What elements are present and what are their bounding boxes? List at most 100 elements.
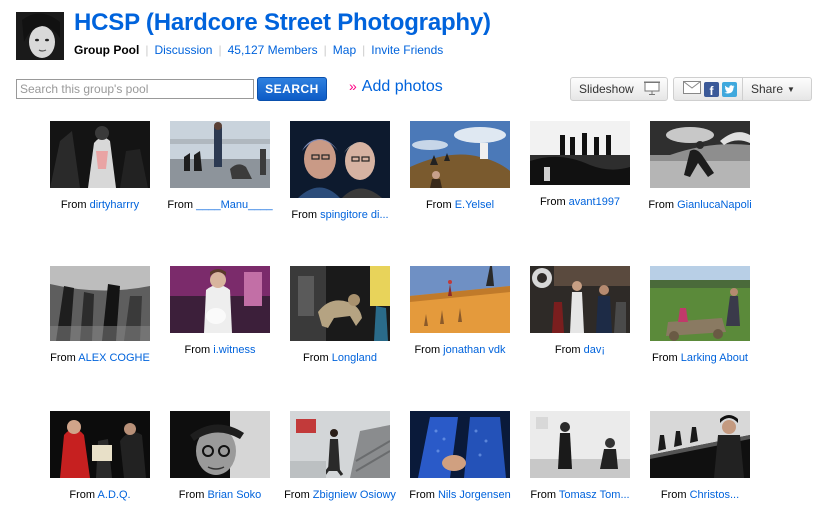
add-photos-link[interactable]: » Add photos [349, 78, 443, 96]
search-button[interactable]: SEARCH [257, 77, 327, 101]
photo-cell: From Nils Jorgensen [400, 411, 520, 504]
photo-caption: From Nils Jorgensen [400, 486, 520, 504]
twitter-icon[interactable] [722, 81, 737, 97]
photo-owner-link[interactable]: Larking About [681, 352, 748, 364]
photo-cell: From E.Yelsel [400, 121, 520, 214]
email-icon[interactable] [683, 81, 701, 97]
photo-thumbnail[interactable] [410, 121, 510, 188]
photo-cell: From i.witness [160, 266, 280, 359]
photo-owner-link[interactable]: Longland [332, 352, 377, 364]
from-label: From [414, 344, 441, 356]
from-label: From [530, 489, 557, 501]
photo-cell: From dirtyharrry [40, 121, 160, 214]
photo-owner-link[interactable]: spingitore di... [320, 209, 388, 221]
share-toolbar: f Share ▼ [673, 77, 812, 101]
from-label: From [554, 344, 581, 356]
from-label: From [50, 352, 76, 364]
photo-thumbnail[interactable] [50, 266, 150, 341]
photo-owner-link[interactable]: avant1997 [569, 196, 620, 208]
photo-thumbnail[interactable] [290, 411, 390, 478]
photo-owner-link[interactable]: E.Yelsel [455, 199, 494, 211]
photo-owner-link[interactable]: Christos... [690, 489, 740, 501]
photo-caption: From dav¡ [520, 341, 640, 359]
share-dropdown[interactable]: Share ▼ [751, 82, 795, 96]
photo-caption: From Christos... [640, 486, 760, 504]
photo-cell: From GianlucaNapoli [640, 121, 760, 214]
from-label: From [302, 352, 329, 364]
photo-thumbnail[interactable] [290, 266, 390, 341]
photo-thumbnail[interactable] [530, 411, 630, 478]
photo-caption: From i.witness [160, 341, 280, 359]
photo-owner-link[interactable]: i.witness [213, 344, 255, 356]
group-avatar[interactable] [16, 12, 64, 60]
tab-discussion[interactable]: Discussion [154, 43, 212, 57]
photo-caption: From dirtyharrry [40, 196, 160, 214]
photo-cell: From Zbigniew Osiowy [280, 411, 400, 504]
photo-caption: From ALEX COGHE [40, 349, 160, 367]
from-label: From [60, 199, 87, 211]
photo-thumbnail[interactable] [410, 266, 510, 333]
photo-caption: From GianlucaNapoli [640, 196, 760, 214]
from-label: From [539, 196, 566, 208]
photo-cell: From Christos... [640, 411, 760, 504]
share-label: Share [751, 82, 784, 96]
from-label: From [69, 489, 96, 501]
photo-cell: From dav¡ [520, 266, 640, 359]
photo-thumbnail[interactable] [290, 121, 390, 198]
photo-thumbnail[interactable] [50, 411, 150, 478]
photo-owner-link[interactable]: dirtyharrry [90, 199, 140, 211]
photo-caption: From E.Yelsel [400, 196, 520, 214]
photo-thumbnail[interactable] [170, 266, 270, 333]
photo-owner-link[interactable]: Brian Soko [207, 489, 261, 501]
photo-cell: From ____Manu____ [160, 121, 280, 214]
photo-caption: From avant1997 [520, 193, 640, 211]
photo-caption: From A.D.Q. [40, 486, 160, 504]
photo-caption: From Brian Soko [160, 486, 280, 504]
photo-cell: From Larking About [640, 266, 760, 367]
photo-thumbnail[interactable] [650, 266, 750, 341]
photo-thumbnail[interactable] [410, 411, 510, 478]
photo-cell: From A.D.Q. [40, 411, 160, 504]
group-subnav: Group Pool | Discussion | 45,127 Members | Map… [74, 43, 443, 57]
photo-owner-link[interactable]: jonathan vdk [443, 344, 505, 356]
photo-thumbnail[interactable] [650, 411, 750, 478]
from-label: From [167, 199, 194, 211]
photo-thumbnail[interactable] [530, 266, 630, 333]
separator: | [362, 43, 366, 57]
separator: | [145, 43, 149, 57]
projector-screen-icon [643, 81, 660, 98]
photo-owner-link[interactable]: Nils Jorgensen [438, 489, 511, 501]
photo-owner-link[interactable]: ALEX COGHE [78, 352, 150, 364]
tab-members[interactable]: 45,127 Members [228, 43, 318, 57]
photo-thumbnail[interactable] [50, 121, 150, 188]
photo-owner-link[interactable]: Tomasz Tom... [559, 489, 630, 501]
from-label: From [425, 199, 452, 211]
photo-owner-link[interactable]: Zbigniew Osiowy [313, 489, 396, 501]
from-label: From [184, 344, 211, 356]
photo-caption: From Zbigniew Osiowy [280, 486, 400, 504]
photo-caption: From Longland [280, 349, 400, 367]
slideshow-button[interactable]: Slideshow [570, 77, 668, 101]
separator: | [218, 43, 222, 57]
photo-owner-link[interactable]: GianlucaNapoli [677, 199, 752, 211]
invite-friends-link[interactable]: Invite Friends [371, 43, 443, 57]
from-label: From [660, 489, 687, 501]
photo-thumbnail[interactable] [170, 121, 270, 188]
photo-thumbnail[interactable] [650, 121, 750, 188]
divider [742, 78, 743, 100]
photo-cell: From spingitore di... [280, 121, 400, 224]
photo-owner-link[interactable]: dav¡ [584, 344, 605, 356]
photo-thumbnail[interactable] [170, 411, 270, 478]
tab-map[interactable]: Map [333, 43, 356, 57]
photo-cell: From Tomasz Tom... [520, 411, 640, 504]
from-label: From [291, 209, 318, 221]
facebook-icon[interactable]: f [704, 81, 719, 97]
pool-search-input[interactable] [16, 79, 254, 99]
photo-thumbnail[interactable] [530, 121, 630, 185]
photo-owner-link[interactable]: ____Manu____ [196, 199, 272, 211]
from-label: From [409, 489, 435, 501]
group-title[interactable]: HCSP (Hardcore Street Photography) [74, 9, 491, 37]
photo-owner-link[interactable]: A.D.Q. [98, 489, 131, 501]
photo-caption: From jonathan vdk [400, 341, 520, 359]
double-chevron-icon: » [349, 78, 357, 94]
